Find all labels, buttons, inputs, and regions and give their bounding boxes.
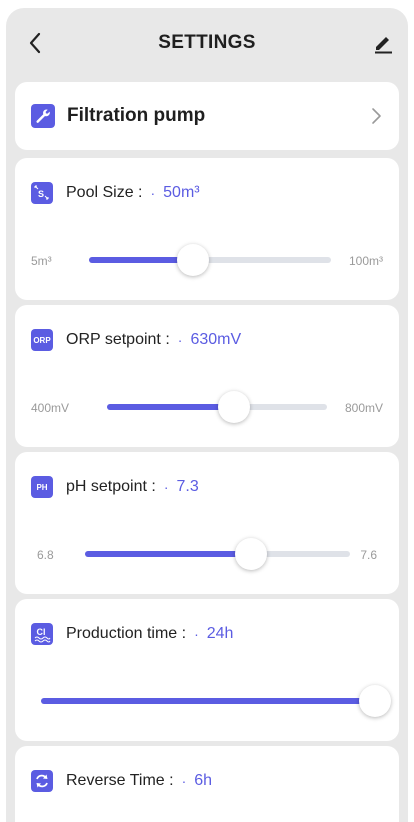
pool-size-value: 50m³ [163,184,200,201]
ph-setpoint-label: pH setpoint : [66,478,156,495]
page-title: SETTINGS [158,32,256,53]
pool-size-label: Pool Size : [66,184,143,201]
edit-button[interactable] [370,30,396,56]
pool-size-icon: S [31,182,53,204]
orp-setpoint-card: ORP ORP setpoint : · 630mV 400mV 800mV [15,305,399,447]
orp-setpoint-slider[interactable] [107,391,327,423]
production-time-slider-thumb[interactable] [359,685,391,717]
ph-icon: PH [31,476,53,498]
separator-dot: · [181,773,187,789]
wrench-icon [31,104,55,128]
orp-setpoint-slider-fill [107,404,234,410]
orp-setpoint-value: 630mV [190,331,242,348]
orp-icon: ORP [31,329,53,351]
chevron-right-icon [372,108,381,124]
header: SETTINGS [6,8,408,78]
filtration-pump-label: Filtration pump [67,105,206,126]
ph-setpoint-min: 6.8 [37,548,54,562]
separator-dot: · [177,332,183,348]
reverse-time-label: Reverse Time : [66,772,174,789]
settings-screen: SETTINGS Filtration pump S Pool Size: ·… [6,8,408,822]
production-time-value: 24h [206,625,234,642]
reverse-time-card: Reverse Time : · 6h [15,746,399,822]
back-button[interactable] [22,30,48,56]
ph-setpoint-slider-thumb[interactable] [234,538,267,570]
cl-icon: Cl [31,623,53,645]
orp-setpoint-label: ORP setpoint : [66,331,170,348]
orp-setpoint-max: 800mV [344,401,383,415]
pool-size-card: S Pool Size : · 50m³ 5m³ 100m³ [15,158,399,300]
ph-setpoint-value: 7.3 [176,478,199,495]
production-time-slider-fill [41,698,375,704]
production-time-card: Cl Production time : · 24h [15,599,399,741]
orp-setpoint-slider-thumb[interactable] [217,391,250,423]
production-time-label: Production time : [66,625,187,642]
svg-text:S: S [38,189,44,199]
chevron-left-icon [29,32,41,54]
svg-text:Cl: Cl [37,627,46,637]
pool-size-min: 5m³ [31,254,52,268]
separator-dot: · [150,185,156,201]
pencil-icon [375,37,392,54]
separator-dot: · [163,479,169,495]
filtration-pump-row[interactable]: Filtration pump [15,82,399,150]
production-time-slider[interactable] [41,685,391,717]
orp-setpoint-min: 400mV [31,401,70,415]
reverse-time-value: 6h [194,772,213,789]
pool-size-slider-thumb[interactable] [177,244,210,276]
ph-setpoint-card: PH pH setpoint : · 7.3 6.8 7.6 [15,452,399,594]
reverse-icon [31,770,53,792]
separator-dot: · [194,626,199,642]
ph-setpoint-max: 7.6 [360,548,377,562]
pool-size-max: 100m³ [348,254,383,268]
pool-size-slider[interactable] [89,244,331,276]
ph-setpoint-slider-fill [85,551,251,557]
ph-setpoint-slider[interactable] [85,538,350,570]
